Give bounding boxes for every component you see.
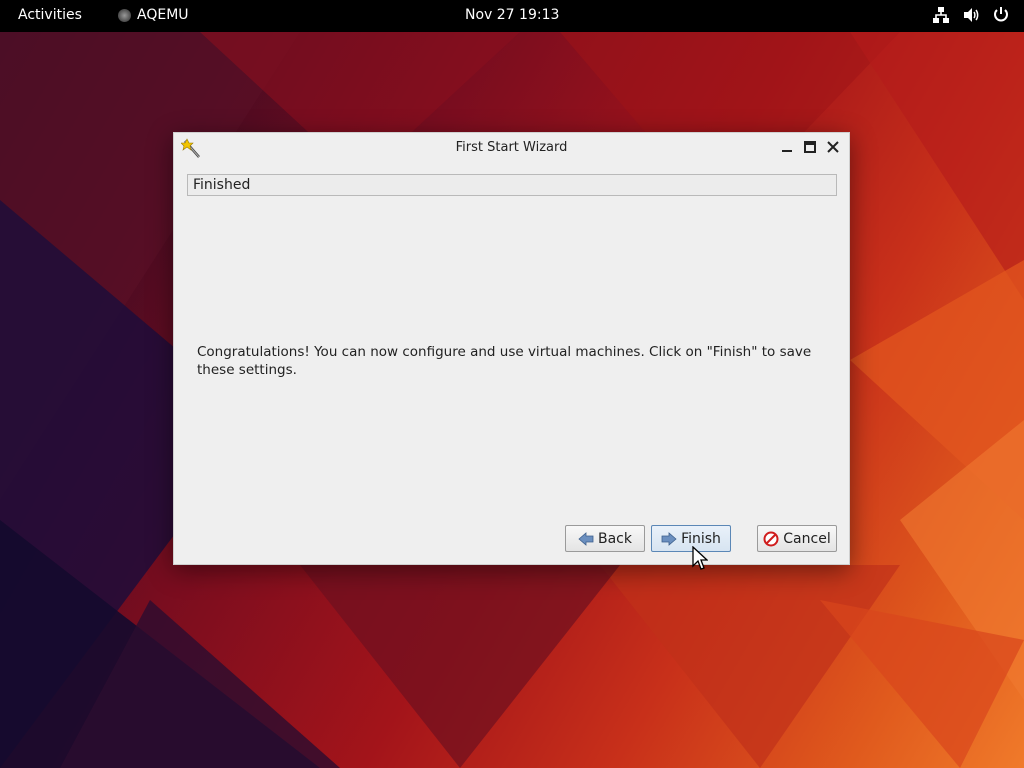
first-start-wizard-dialog: First Start Wizard Finished Congratulati… — [173, 132, 850, 565]
arrow-left-icon — [578, 531, 594, 547]
activities-button[interactable]: Activities — [18, 7, 82, 23]
cancel-button-label: Cancel — [783, 530, 831, 547]
dialog-title: First Start Wizard — [455, 140, 568, 155]
cancel-button[interactable]: Cancel — [757, 525, 837, 552]
mouse-pointer-icon — [692, 546, 708, 570]
network-icon[interactable] — [932, 6, 950, 24]
top-bar: Activities AQEMU Nov 27 19:13 — [0, 0, 1024, 32]
back-button[interactable]: Back — [565, 525, 645, 552]
dialog-titlebar[interactable]: First Start Wizard — [174, 133, 849, 163]
aqemu-app-icon — [118, 8, 131, 22]
maximize-icon[interactable] — [802, 139, 818, 155]
wizard-message: Congratulations! You can now configure a… — [197, 344, 812, 378]
system-tray[interactable] — [932, 6, 1010, 24]
app-menu[interactable]: AQEMU — [118, 7, 189, 23]
finish-button-label: Finish — [681, 530, 721, 547]
wizard-page-header: Finished — [187, 174, 837, 196]
app-menu-label: AQEMU — [137, 7, 189, 23]
volume-icon[interactable] — [962, 6, 980, 24]
arrow-right-icon — [661, 531, 677, 547]
close-icon[interactable] — [825, 139, 841, 155]
finish-button[interactable]: Finish — [651, 525, 731, 552]
power-icon[interactable] — [992, 6, 1010, 24]
clock[interactable]: Nov 27 19:13 — [465, 7, 559, 23]
back-button-label: Back — [598, 530, 632, 547]
minimize-icon[interactable] — [779, 139, 795, 155]
cancel-icon — [763, 531, 779, 547]
